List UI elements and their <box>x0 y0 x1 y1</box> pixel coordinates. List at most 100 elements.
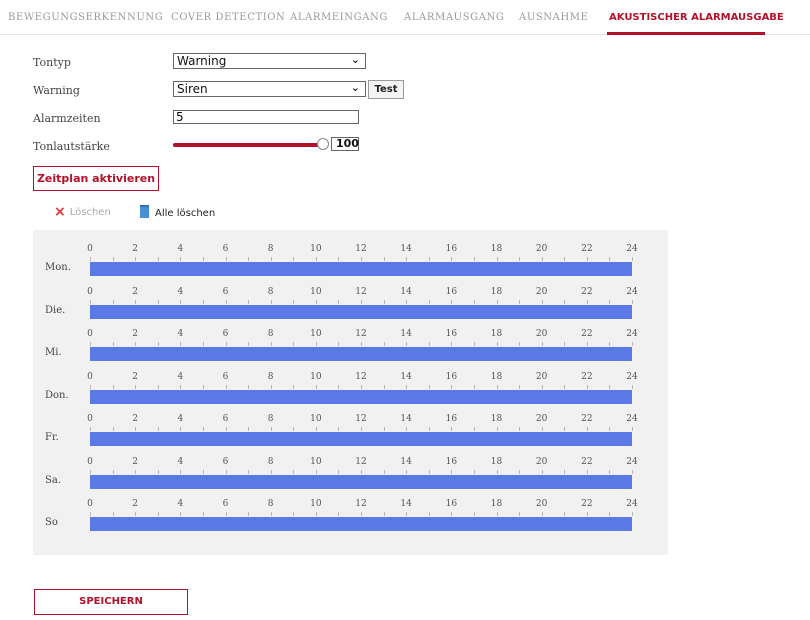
hour-tick-label: 16 <box>445 371 458 382</box>
alarmzeiten-label: Alarmzeiten <box>33 112 101 125</box>
hour-minor-tick <box>248 257 250 261</box>
schedule-bar[interactable] <box>90 474 632 489</box>
hour-tick-label: 0 <box>87 371 93 382</box>
hour-tick-label: 6 <box>222 499 229 509</box>
hour-tick-label: 16 <box>445 456 458 467</box>
hour-minor-tick <box>406 512 408 516</box>
hour-minor-tick <box>180 342 182 346</box>
hour-tick-label: 8 <box>267 244 274 254</box>
tab-alarmausgang[interactable]: ALARMAUSGANG <box>404 12 505 23</box>
tontyp-label: Tontyp <box>33 56 71 69</box>
hour-minor-tick <box>496 427 498 431</box>
hour-minor-tick <box>451 469 453 474</box>
close-icon: × <box>54 204 66 220</box>
hour-tick-label: 2 <box>132 371 139 382</box>
hour-minor-tick <box>315 257 317 261</box>
volume-slider-handle[interactable] <box>317 138 329 150</box>
hour-minor-tick <box>383 427 385 431</box>
warning-value: Siren <box>177 82 208 96</box>
hour-minor-tick <box>361 427 362 431</box>
hour-tick-label: 22 <box>581 286 593 297</box>
tab-ausnahme[interactable]: AUSNAHME <box>519 12 589 23</box>
hour-minor-tick <box>202 257 204 261</box>
delete-button[interactable]: × Löschen <box>54 203 111 220</box>
alarmzeiten-input[interactable]: 5 <box>173 110 359 124</box>
warning-select[interactable]: Siren ⌄ <box>173 81 366 97</box>
hour-tick-label: 12 <box>355 371 367 382</box>
hour-minor-tick <box>609 512 611 516</box>
hour-minor-tick <box>473 512 475 516</box>
hour-minor-tick <box>519 257 521 261</box>
hour-minor-tick <box>586 512 588 516</box>
hour-tick-label: 12 <box>355 499 367 509</box>
hour-minor-tick <box>157 384 159 389</box>
save-button[interactable]: SPEICHERN <box>34 589 188 615</box>
hour-minor-tick <box>293 469 295 474</box>
hour-minor-tick <box>135 299 137 304</box>
hour-tick-label: 24 <box>626 286 638 297</box>
hour-minor-tick <box>541 427 543 431</box>
schedule-bar[interactable] <box>90 389 632 404</box>
hour-minor-tick <box>473 427 475 431</box>
volume-value-input[interactable]: 100 <box>331 137 359 151</box>
hour-tick-label: 20 <box>535 329 548 339</box>
hour-tick-label: 2 <box>132 414 139 424</box>
schedule-bar[interactable] <box>90 347 632 361</box>
delete-all-button[interactable]: Alle löschen <box>140 203 215 219</box>
hour-minor-tick <box>564 299 566 304</box>
hour-tick-label: 12 <box>355 414 367 424</box>
hour-minor-tick <box>135 469 137 474</box>
hour-minor-tick <box>451 342 453 346</box>
activate-schedule-button[interactable]: Zeitplan aktivieren <box>33 166 159 191</box>
chevron-down-icon: ⌄ <box>350 81 360 94</box>
day-label: Mi. <box>45 347 62 358</box>
hour-minor-tick <box>112 257 114 261</box>
hour-tick-label: 16 <box>445 499 458 509</box>
hour-tick-label: 4 <box>177 329 184 339</box>
hour-minor-tick <box>428 512 430 516</box>
hour-tick-label: 16 <box>445 244 458 254</box>
hour-tick-label: 14 <box>400 329 412 339</box>
tab-akustischer-alarmausgabe[interactable]: AKUSTISCHER ALARMAUSGABE <box>609 12 784 23</box>
hour-tick-label: 2 <box>132 244 139 254</box>
hour-minor-tick <box>609 342 611 346</box>
hour-minor-tick <box>383 512 385 516</box>
hour-tick-label: 18 <box>490 286 503 297</box>
tab-bewegungserkennung[interactable]: BEWEGUNGSERKENNUNG <box>8 12 163 23</box>
hour-minor-tick <box>338 299 340 304</box>
hour-minor-tick <box>609 384 611 389</box>
hour-minor-tick <box>406 384 408 389</box>
chevron-down-icon: ⌄ <box>350 53 360 66</box>
hour-tick-label: 4 <box>177 244 184 254</box>
hour-minor-tick <box>180 257 182 261</box>
test-button[interactable]: Test <box>368 80 404 99</box>
volume-slider-track[interactable] <box>173 143 323 147</box>
hour-minor-tick <box>270 342 272 346</box>
hour-tick-label: 12 <box>355 286 367 297</box>
schedule-bar[interactable] <box>90 432 632 446</box>
schedule-bar[interactable] <box>90 262 632 276</box>
hour-tick-label: 6 <box>222 371 229 382</box>
tab-alarmeingang[interactable]: ALARMEINGANG <box>290 12 388 23</box>
hour-minor-tick <box>473 384 475 389</box>
hour-minor-tick <box>632 342 633 346</box>
tab-cover-detection[interactable]: COVER DETECTION <box>171 12 285 23</box>
hour-minor-tick <box>135 257 137 261</box>
schedule-bar[interactable] <box>90 304 632 319</box>
hour-tick-label: 24 <box>626 414 638 424</box>
tontyp-select[interactable]: Warning ⌄ <box>173 53 366 69</box>
hour-tick-label: 14 <box>400 456 412 467</box>
hour-minor-tick <box>406 427 408 431</box>
hour-minor-tick <box>496 342 498 346</box>
hour-minor-tick <box>406 342 408 346</box>
schedule-bar[interactable] <box>90 517 632 531</box>
hour-tick-label: 20 <box>535 286 548 297</box>
hour-minor-tick <box>293 384 295 389</box>
hour-tick-label: 24 <box>626 329 638 339</box>
hour-tick-label: 8 <box>267 286 274 297</box>
hour-minor-tick <box>157 257 159 261</box>
hour-minor-tick <box>519 342 521 346</box>
hour-minor-tick <box>586 299 588 304</box>
hour-tick-label: 2 <box>132 329 139 339</box>
hour-minor-tick <box>564 342 566 346</box>
